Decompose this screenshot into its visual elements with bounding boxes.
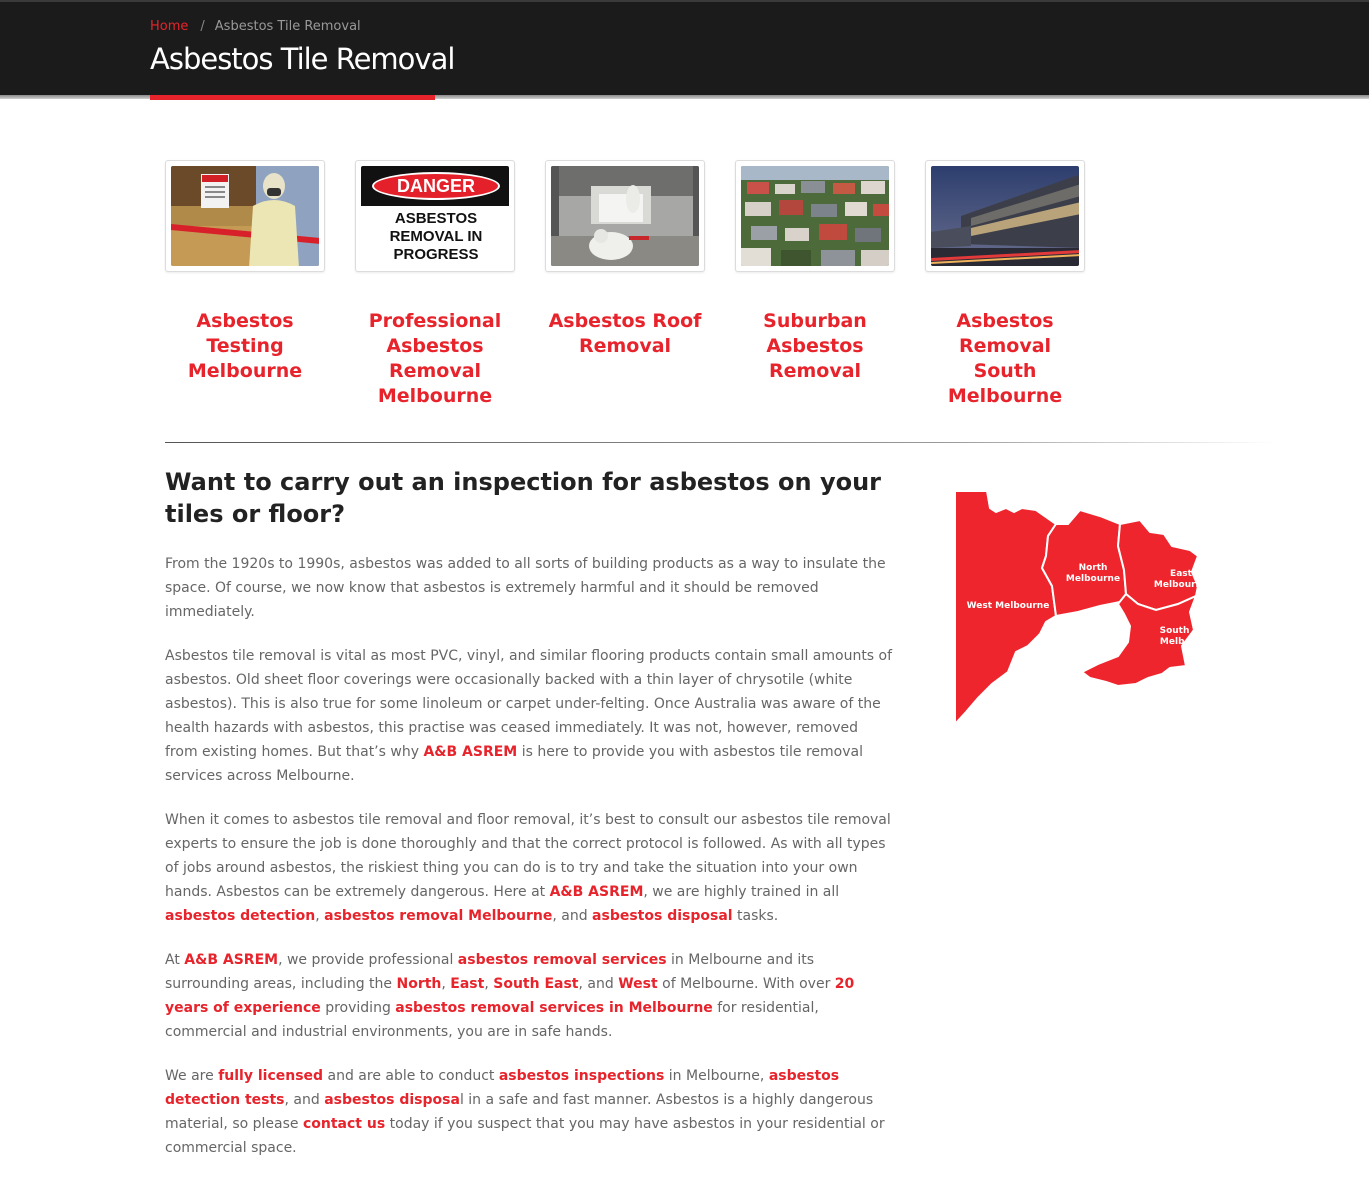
breadcrumb-separator: / <box>200 19 205 34</box>
paragraph-text: and are able to conduct <box>323 1068 499 1084</box>
article-content: Want to carry out an inspection for asbe… <box>165 466 895 1180</box>
paragraph-text: of Melbourne. With over <box>657 976 835 992</box>
article-paragraph: We are fully licensed and are able to co… <box>165 1064 895 1160</box>
service-thumbnail-link[interactable] <box>165 160 325 272</box>
services-row: Asbestos Testing Melbourne DANGER ASBEST… <box>165 160 1095 420</box>
paragraph-text: , and <box>552 908 593 924</box>
asbestos-removal-services-melbourne-link[interactable]: asbestos removal services in Melbourne <box>395 1000 713 1016</box>
paragraph-text: , <box>315 908 325 924</box>
suburb-rooftops-photo <box>741 166 889 266</box>
asbestos-inspections-link[interactable]: asbestos inspections <box>499 1068 664 1084</box>
modern-building-photo <box>931 166 1079 266</box>
paragraph-text: tasks. <box>732 908 779 924</box>
article-paragraph: Asbestos tile removal is vital as most P… <box>165 644 895 788</box>
asbestos-detection-link[interactable]: asbestos detection <box>165 908 315 924</box>
company-link[interactable]: A&B ASREM <box>184 952 278 968</box>
paragraph-text: , we are highly trained in all <box>643 884 840 900</box>
company-link[interactable]: A&B ASREM <box>423 744 517 760</box>
section-divider <box>165 442 1275 443</box>
map-label-west: West Melbourne <box>967 601 1050 611</box>
service-card: Suburban Asbestos Removal <box>735 160 895 384</box>
service-title-link[interactable]: Professional Asbestos Removal Melbourne <box>355 309 515 409</box>
map-svg: West Melbourne North Melbourne East Melb… <box>954 490 1215 727</box>
map-label-east: East <box>1170 569 1193 579</box>
map-label-north-sub: Melbourne <box>1066 574 1120 584</box>
paragraph-text: , and <box>284 1092 325 1108</box>
paragraph-text: We are <box>165 1068 219 1084</box>
service-title-link[interactable]: Asbestos Roof Removal <box>545 309 705 359</box>
paragraph-text: , we provide professional <box>278 952 458 968</box>
service-title-link[interactable]: Asbestos Removal South Melbourne <box>925 309 1085 409</box>
east-link[interactable]: East <box>450 976 484 992</box>
danger-sign-header: DANGER <box>372 172 500 200</box>
fully-licensed-link[interactable]: fully licensed <box>218 1068 323 1084</box>
asbestos-removal-melbourne-link[interactable]: asbestos removal Melbourne <box>324 908 552 924</box>
asbestos-disposal-link[interactable]: asbestos disposa <box>324 1092 460 1108</box>
south-east-link[interactable]: South East <box>493 976 578 992</box>
paragraph-text: providing <box>320 1000 396 1016</box>
service-card: Asbestos Roof Removal <box>545 160 705 359</box>
paragraph-text: , <box>484 976 494 992</box>
breadcrumb-home-link[interactable]: Home <box>150 19 188 34</box>
north-link[interactable]: North <box>396 976 441 992</box>
contact-us-link[interactable]: contact us <box>303 1116 385 1132</box>
paragraph-text: in Melbourne, <box>664 1068 769 1084</box>
service-thumbnail-link[interactable] <box>735 160 895 272</box>
service-thumbnail-link[interactable]: DANGER ASBESTOS REMOVAL IN PROGRESS <box>355 160 515 272</box>
map-label-south-east: South East <box>1160 626 1215 636</box>
title-underline <box>150 95 435 100</box>
paragraph-text: , and <box>578 976 619 992</box>
workers-in-ceiling-photo <box>551 166 699 266</box>
asbestos-removal-services-link[interactable]: asbestos removal services <box>458 952 667 968</box>
page-header: Home / Asbestos Tile Removal Asbestos Tile… <box>0 0 1369 99</box>
article-paragraph: At A&B ASREM, we provide professional as… <box>165 948 895 1044</box>
worker-in-protective-suit-photo <box>171 166 319 266</box>
service-title-link[interactable]: Asbestos Testing Melbourne <box>165 309 325 384</box>
map-label-east-sub: Melbourne <box>1154 580 1208 590</box>
map-label-north: North <box>1079 563 1108 573</box>
breadcrumb-current: Asbestos Tile Removal <box>214 19 361 34</box>
service-title-link[interactable]: Suburban Asbestos Removal <box>735 309 895 384</box>
paragraph-text: , <box>441 976 451 992</box>
company-link[interactable]: A&B ASREM <box>550 884 644 900</box>
map-label-south-east-sub: Melbourne <box>1160 637 1214 647</box>
paragraph-text: At <box>165 952 185 968</box>
article-paragraph: From the 1920s to 1990s, asbestos was ad… <box>165 556 886 620</box>
service-thumbnail-link[interactable] <box>925 160 1085 272</box>
melbourne-region-map: West Melbourne North Melbourne East Melb… <box>950 488 1255 728</box>
west-link[interactable]: West <box>618 976 657 992</box>
service-thumbnail-link[interactable] <box>545 160 705 272</box>
article-paragraph: When it comes to asbestos tile removal a… <box>165 808 895 928</box>
article-heading: Want to carry out an inspection for asbe… <box>165 468 882 528</box>
page-title: Asbestos Tile Removal <box>150 42 455 76</box>
danger-sign: DANGER ASBESTOS REMOVAL IN PROGRESS <box>361 166 509 266</box>
service-card: DANGER ASBESTOS REMOVAL IN PROGRESS Prof… <box>355 160 515 409</box>
service-card: Asbestos Testing Melbourne <box>165 160 325 384</box>
service-card: Asbestos Removal South Melbourne <box>925 160 1085 409</box>
asbestos-disposal-link[interactable]: asbestos disposal <box>592 908 733 924</box>
breadcrumb: Home / Asbestos Tile Removal <box>150 19 361 34</box>
danger-sign-text: ASBESTOS REMOVAL IN PROGRESS <box>389 210 483 263</box>
